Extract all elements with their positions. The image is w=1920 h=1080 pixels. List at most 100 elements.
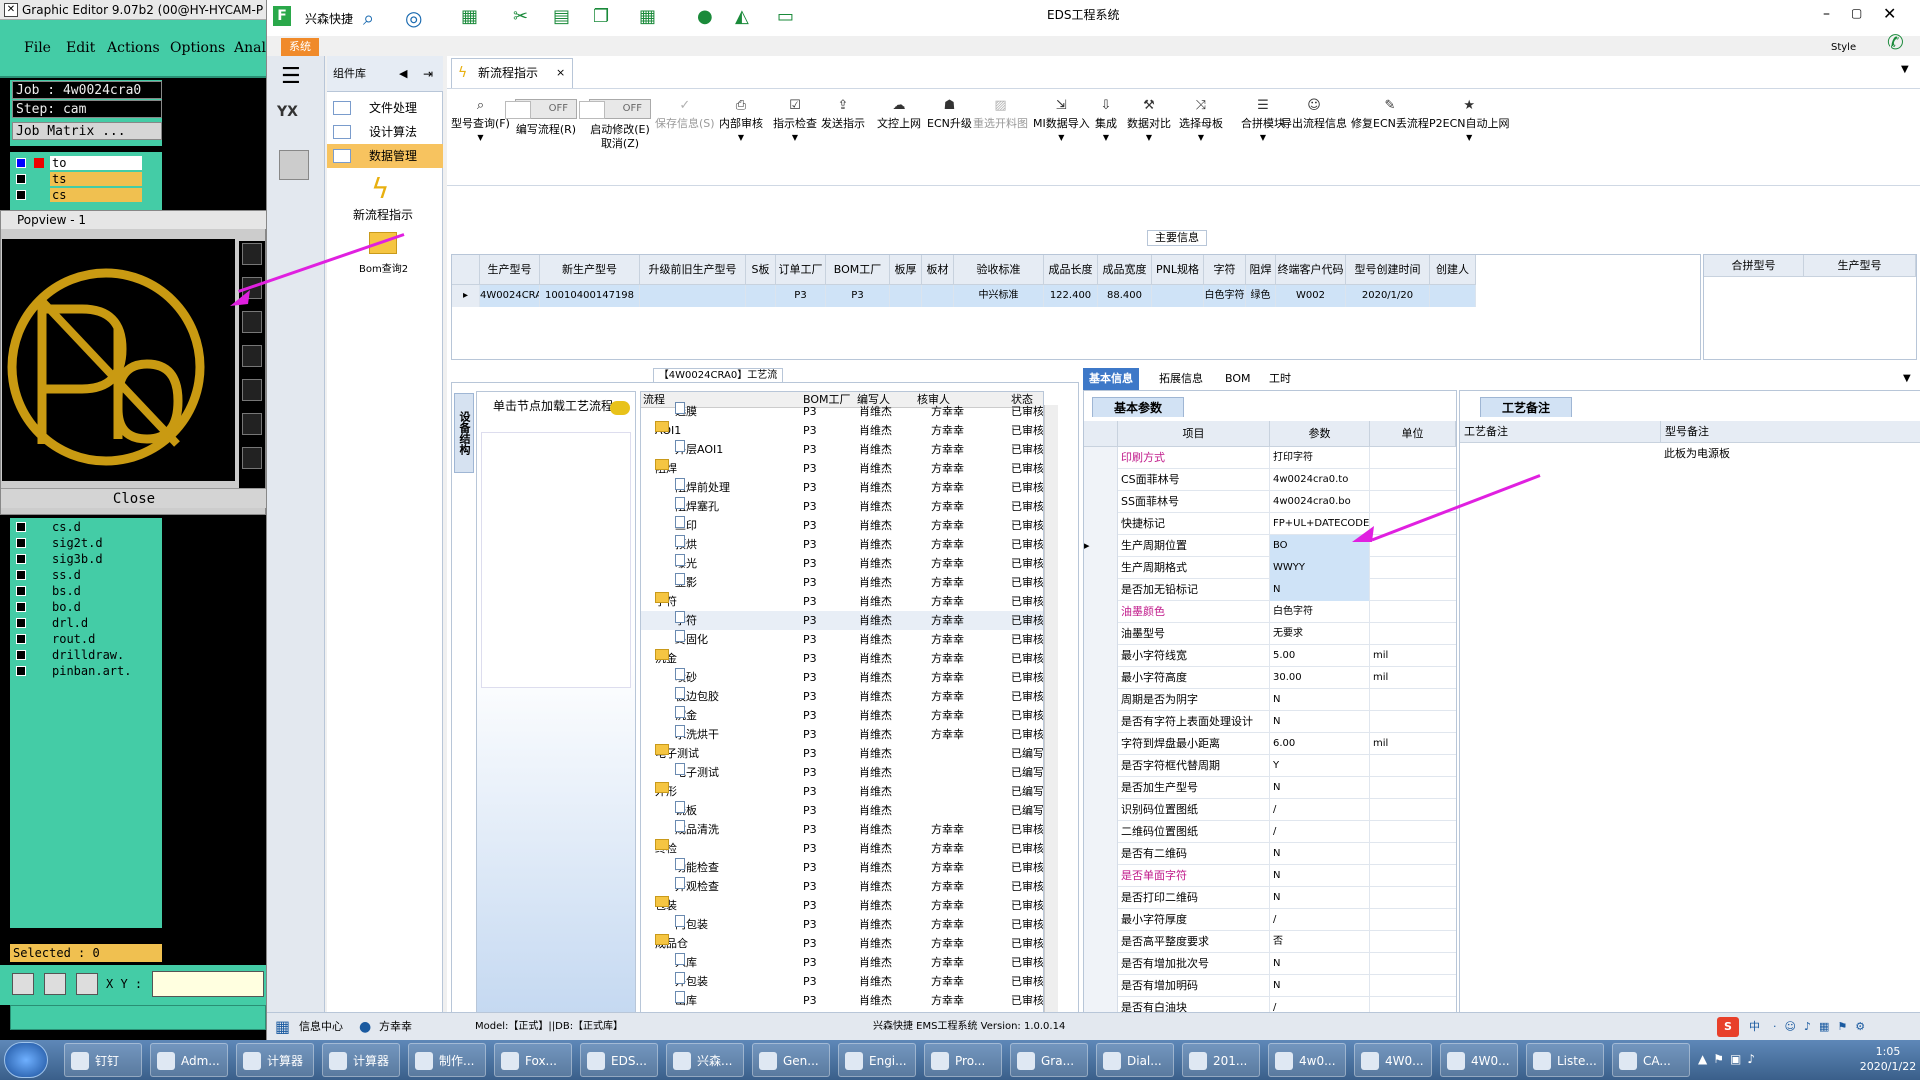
column-header[interactable]: 板厚 <box>890 255 922 285</box>
component-data-management[interactable]: 数据管理 <box>327 144 443 168</box>
param-row[interactable]: SS面菲林号 4w0024cra0.bo <box>1084 491 1456 513</box>
system-tab[interactable]: 系统 <box>281 38 319 56</box>
param-row[interactable]: 是否加无铅标记 N <box>1084 579 1456 601</box>
tab-work-hours[interactable]: 工时 <box>1263 368 1297 390</box>
tree-row[interactable]: 阻焊前处理 P3 肖维杰 方幸幸 已审核 <box>641 478 1043 497</box>
param-value[interactable]: N <box>1270 579 1370 601</box>
scissors-icon[interactable]: ✂ <box>513 6 528 27</box>
bom-query-button[interactable]: Bom查询2 <box>359 260 408 275</box>
restore-button[interactable]: ▢ <box>1851 6 1862 20</box>
layer-checkbox[interactable] <box>16 158 26 168</box>
param-row[interactable]: 最小字符厚度 / <box>1084 909 1456 931</box>
toggle-switch[interactable]: OFF <box>515 99 577 119</box>
chevron-down-icon[interactable]: ▼ <box>1095 133 1117 142</box>
tree-row[interactable]: 丝印 P3 肖维杰 方幸幸 已审核 <box>641 516 1043 535</box>
tree-row[interactable]: 入库 P3 肖维杰 方幸幸 已审核 <box>641 953 1043 972</box>
tree-row[interactable]: −字符 P3 肖维杰 方幸幸 已审核 <box>641 592 1043 611</box>
table-cell[interactable] <box>922 285 954 307</box>
toolbar-button[interactable]: ☰ 合拼模块 ▼ <box>1241 99 1285 159</box>
popview-tool-button[interactable] <box>242 311 262 333</box>
row-selector[interactable] <box>1084 667 1118 689</box>
column-header[interactable]: 合拼型号 <box>1704 255 1804 277</box>
xy-input[interactable] <box>152 971 264 997</box>
layer-checkbox[interactable] <box>16 618 26 628</box>
param-value[interactable]: 6.00 <box>1270 733 1370 755</box>
tree-row[interactable]: 预烘 P3 肖维杰 方幸幸 已审核 <box>641 535 1043 554</box>
draw-tool-icon[interactable] <box>12 973 34 995</box>
param-row[interactable]: 周期是否为阴字 N <box>1084 689 1456 711</box>
row-selector[interactable] <box>1084 689 1118 711</box>
table-icon[interactable]: ▦ <box>461 6 478 27</box>
info-center[interactable]: 信息中心 <box>299 1013 343 1041</box>
popview-tool-button[interactable] <box>242 345 262 367</box>
table-cell[interactable] <box>640 285 746 307</box>
layer-checkbox[interactable] <box>16 666 26 676</box>
chevron-down-icon[interactable]: ▼ <box>1033 133 1090 142</box>
tree-row[interactable]: 板边包胶 P3 肖维杰 方幸幸 已审核 <box>641 687 1043 706</box>
toolbar-button[interactable]: ⚒ 数据对比 ▼ <box>1127 99 1171 159</box>
column-header[interactable]: 升级前旧生产型号 <box>640 255 746 285</box>
column-header[interactable]: 创建人 <box>1430 255 1476 285</box>
chevron-down-icon[interactable]: ▼ <box>773 133 817 142</box>
tree-row[interactable]: 水洗烘干 P3 肖维杰 方幸幸 已审核 <box>641 725 1043 744</box>
tree-row[interactable]: −沉金 P3 肖维杰 方幸幸 已审核 <box>641 649 1043 668</box>
component-design-algorithm[interactable]: 设计算法 <box>327 120 443 144</box>
param-value[interactable]: / <box>1270 909 1370 931</box>
menu-actions[interactable]: Actions <box>107 40 160 56</box>
row-selector[interactable] <box>1084 447 1118 469</box>
taskbar-button[interactable]: Pro... <box>924 1043 1002 1077</box>
table-cell[interactable]: W002 <box>1276 285 1346 307</box>
chevron-down-icon[interactable]: ▼ <box>451 133 510 142</box>
tray-icons[interactable]: ▲⚑▣♪ <box>1698 1052 1761 1066</box>
param-row[interactable]: 是否有二维码 N <box>1084 843 1456 865</box>
toolbar-button[interactable]: ☁ 文控上网 <box>877 99 921 159</box>
device-structure-tab[interactable]: 设备结构 <box>454 393 474 473</box>
row-selector[interactable] <box>1084 579 1118 601</box>
param-value[interactable]: N <box>1270 689 1370 711</box>
chevron-down-icon[interactable]: ▼ <box>719 133 763 142</box>
tree-row[interactable]: 喷砂 P3 肖维杰 方幸幸 已审核 <box>641 668 1043 687</box>
param-value[interactable]: / <box>1270 799 1370 821</box>
start-button[interactable] <box>4 1042 48 1078</box>
taskbar-button[interactable]: 201... <box>1182 1043 1260 1077</box>
layer-row[interactable]: sig2t.d <box>12 536 162 550</box>
param-row[interactable]: CS面菲林号 4w0024cra0.to <box>1084 469 1456 491</box>
param-row[interactable]: 是否字符框代替周期 Y <box>1084 755 1456 777</box>
taskbar-button[interactable]: 计算器 <box>236 1043 314 1077</box>
param-value[interactable]: WWYY <box>1270 557 1370 579</box>
param-row[interactable]: 最小字符高度 30.00 mil <box>1084 667 1456 689</box>
row-selector[interactable]: ▸ <box>452 285 480 307</box>
layer-row[interactable]: bs.d <box>12 584 162 598</box>
param-value[interactable]: / <box>1270 821 1370 843</box>
param-row[interactable]: 快捷标记 FP+UL+DATECODE <box>1084 513 1456 535</box>
taskbar-button[interactable]: Gra... <box>1010 1043 1088 1077</box>
toolbar-button[interactable]: ▨ 重选开料图 <box>973 99 1028 159</box>
table-cell[interactable] <box>746 285 776 307</box>
param-row[interactable]: 油墨型号 无要求 <box>1084 623 1456 645</box>
menu-options[interactable]: Options <box>170 40 225 56</box>
param-value[interactable]: 4w0024cra0.bo <box>1270 491 1370 513</box>
table-cell[interactable]: P3 <box>826 285 890 307</box>
menu-analysis[interactable]: Anal <box>234 40 266 56</box>
taskbar-button[interactable]: Dial... <box>1096 1043 1174 1077</box>
row-selector[interactable] <box>1084 469 1118 491</box>
grid-icon[interactable]: ▦ <box>639 6 656 27</box>
row-selector[interactable] <box>1084 711 1118 733</box>
windows-grid-icon[interactable]: ▦ <box>275 1013 290 1041</box>
column-header[interactable]: 板材 <box>922 255 954 285</box>
column-header[interactable]: 验收标准 <box>954 255 1044 285</box>
taskbar-button[interactable]: 兴森... <box>666 1043 744 1077</box>
column-header[interactable]: BOM工厂 <box>826 255 890 285</box>
taskbar-button[interactable]: 钉钉 <box>64 1043 142 1077</box>
tree-row[interactable]: −AOI1 P3 肖维杰 方幸幸 已审核 <box>641 421 1043 440</box>
tree-row[interactable]: −终检 P3 肖维杰 方幸幸 已审核 <box>641 839 1043 858</box>
vertical-scrollbar[interactable] <box>1044 405 1058 1059</box>
phone-icon[interactable]: ✆ <box>1887 30 1904 54</box>
clock[interactable]: 1:05 2020/1/22 <box>1858 1044 1918 1076</box>
row-selector[interactable] <box>1084 843 1118 865</box>
toolbar-button[interactable]: ✎ 修复ECN丢流程 <box>1351 99 1429 159</box>
layer-checkbox[interactable] <box>16 602 26 612</box>
taskbar-button[interactable]: 4W0... <box>1354 1043 1432 1077</box>
tab-close-icon[interactable]: × <box>556 59 565 87</box>
row-selector[interactable] <box>1084 777 1118 799</box>
